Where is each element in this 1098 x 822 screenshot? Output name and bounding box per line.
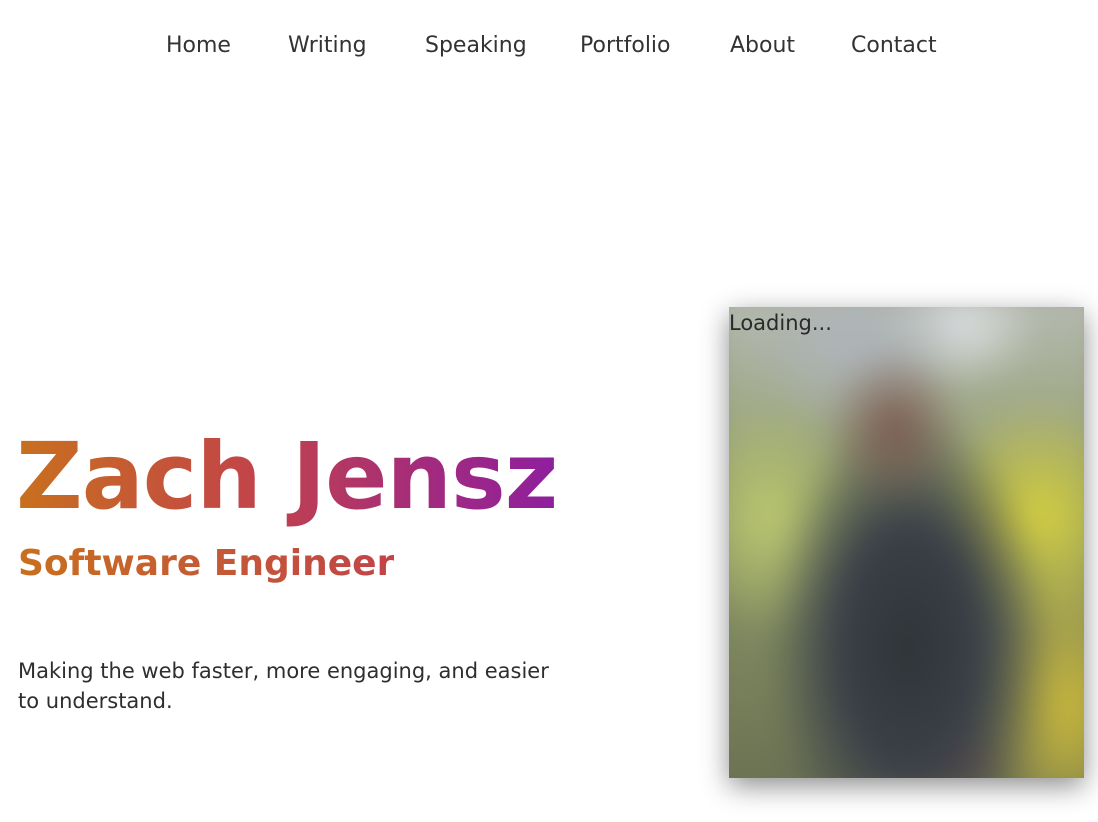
- nav-link-about[interactable]: About: [730, 28, 795, 64]
- hero-tagline: Making the web faster, more engaging, an…: [18, 659, 549, 713]
- profile-photo-placeholder: [729, 307, 1084, 778]
- nav-link-speaking[interactable]: Speaking: [425, 28, 527, 64]
- nav-link-writing[interactable]: Writing: [288, 28, 367, 64]
- nav-link-contact[interactable]: Contact: [851, 28, 937, 64]
- profile-photo: Loading...: [729, 307, 1084, 778]
- nav-link-home[interactable]: Home: [166, 28, 231, 64]
- nav-link-portfolio[interactable]: Portfolio: [580, 28, 671, 64]
- photo-loading-text: Loading...: [729, 311, 832, 335]
- hero-role-subtitle: Software Engineer: [18, 538, 394, 590]
- hero-name-heading: Zach Jensz: [16, 423, 558, 530]
- main-nav: Home Writing Speaking Portfolio About Co…: [0, 28, 1098, 68]
